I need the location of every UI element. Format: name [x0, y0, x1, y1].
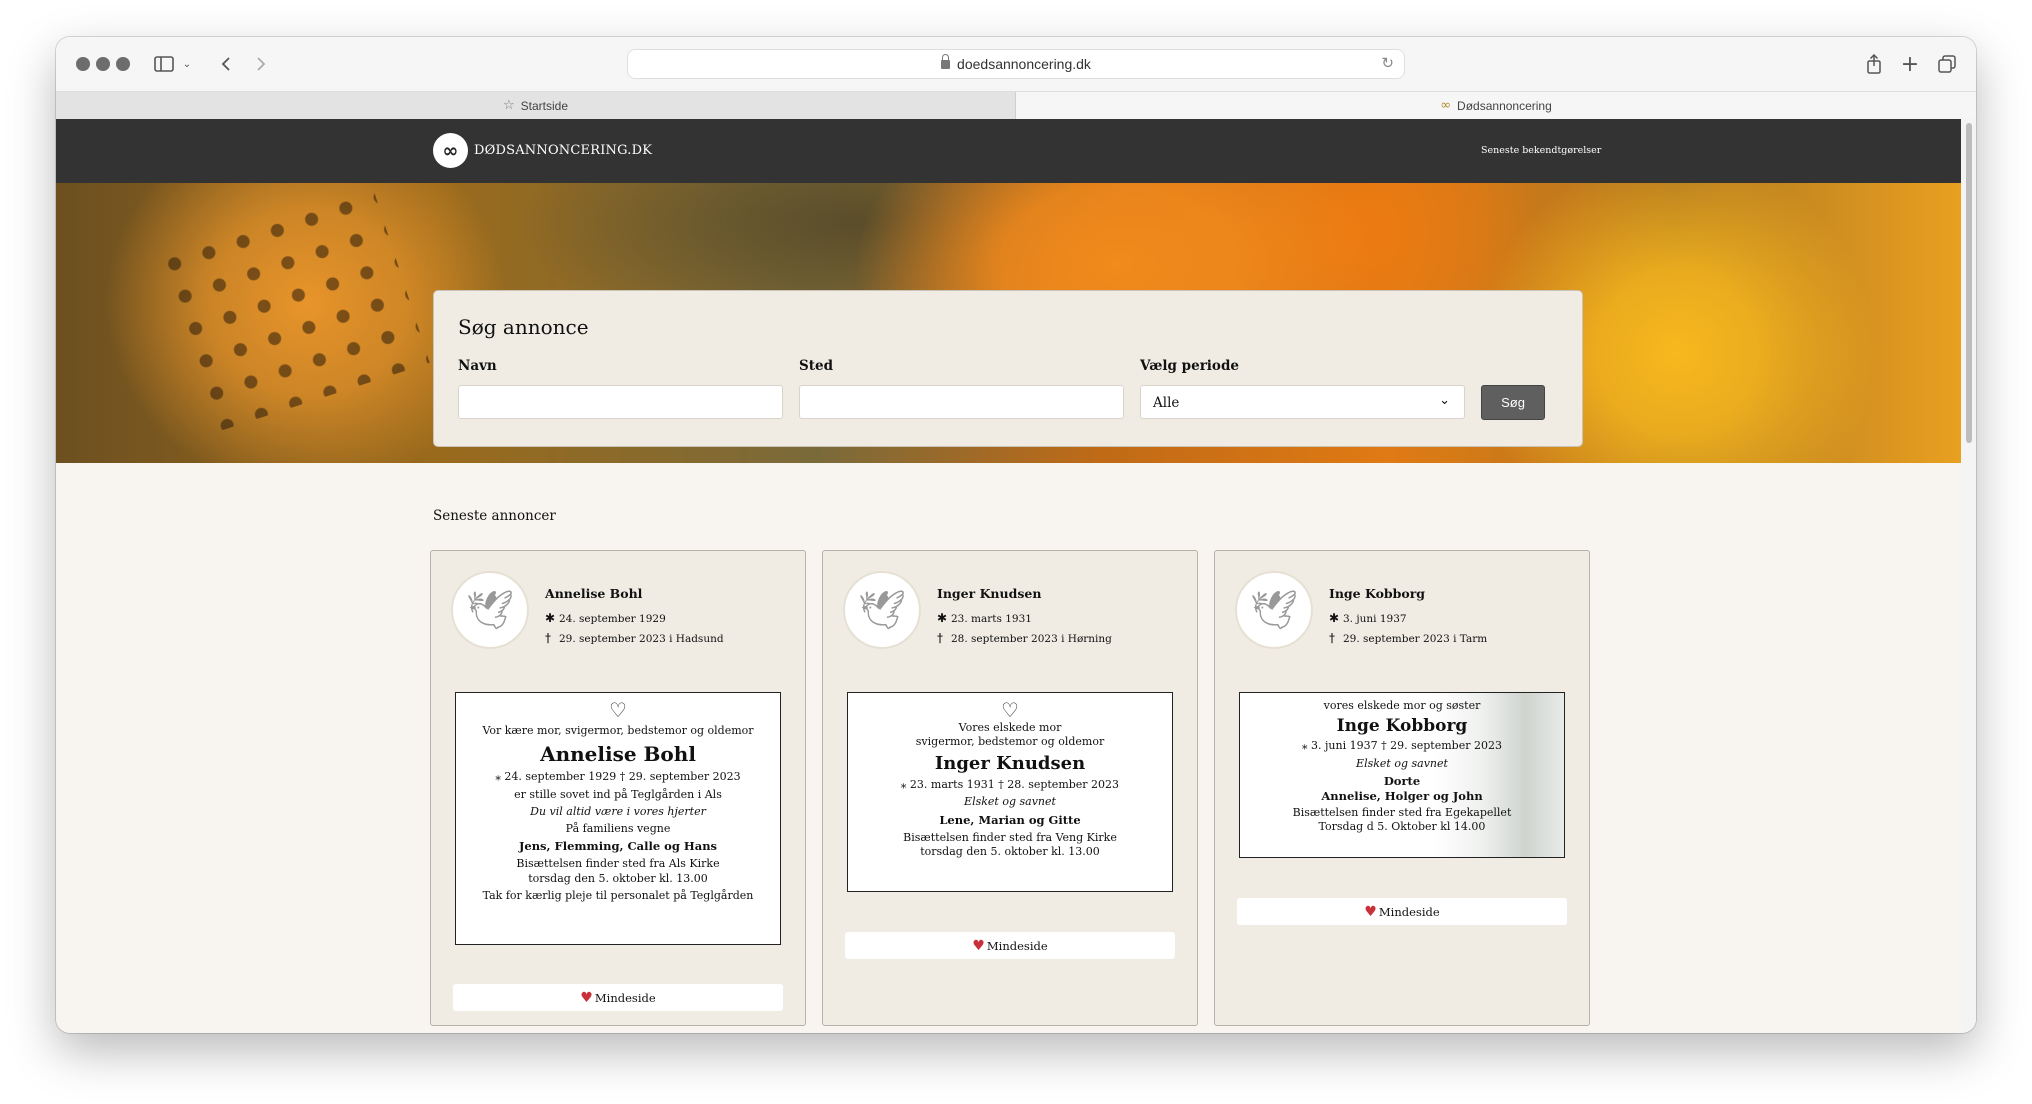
- minimize-window-button[interactable]: [96, 57, 110, 71]
- dove-icon: 🕊: [1235, 571, 1313, 649]
- heart-icon: ♥: [580, 989, 593, 1006]
- address-bar[interactable]: doedsannoncering.dk ↻: [627, 49, 1405, 79]
- heart-outline-icon: ♡: [609, 698, 627, 722]
- site-header: ∞ DØDSANNONCERING.DK Seneste bekendtgøre…: [56, 119, 1961, 183]
- dove-icon: 🕊: [451, 571, 529, 649]
- hero-banner: Søg annonce Navn Sted Vælg periode Alle …: [56, 183, 1961, 463]
- site-logo[interactable]: ∞ DØDSANNONCERING.DK: [433, 133, 652, 168]
- search-title: Søg annonce: [458, 315, 589, 339]
- deceased-name: Inger Knudsen: [937, 586, 1042, 601]
- period-select[interactable]: Alle ⌄: [1140, 385, 1465, 419]
- life-dates: ✱ 24. september 1929 † 29. september 2023 …: [545, 609, 724, 649]
- place-input[interactable]: [799, 385, 1124, 419]
- sidebar-toggle-icon[interactable]: [152, 50, 176, 78]
- browser-window: ⌄ doedsannoncering.dk ↻ + ☆ Startside ∞ …: [56, 37, 1976, 1033]
- zoom-window-button[interactable]: [116, 57, 130, 71]
- tab-bar: ☆ Startside ∞ Dødsannoncering: [56, 91, 1976, 119]
- asterisk-birth-icon: ✱: [545, 611, 556, 625]
- memorial-page-button[interactable]: ♥ Mindeside: [453, 984, 783, 1011]
- lock-icon: [941, 54, 951, 69]
- asterisk-birth-icon: ✱: [1329, 611, 1340, 625]
- death-notice-image[interactable]: ♡ Vores elskede mor svigermor, bedstemor…: [847, 692, 1173, 892]
- heart-icon: ♥: [972, 937, 985, 954]
- memorial-page-button[interactable]: ♥ Mindeside: [845, 932, 1175, 959]
- life-dates: ✱ 3. juni 1937 † 29. september 2023 i Tarm: [1329, 609, 1487, 649]
- butterfly-wing-pattern: [152, 183, 430, 434]
- notice-card[interactable]: 🕊 Annelise Bohl ✱ 24. september 1929 † 29.…: [430, 550, 806, 1026]
- notice-card[interactable]: 🕊 Inge Kobborg ✱ 3. juni 1937 † 29. septem…: [1214, 550, 1590, 1026]
- reload-icon[interactable]: ↻: [1381, 54, 1394, 72]
- name-label: Navn: [458, 358, 497, 374]
- nav-link-latest-notices[interactable]: Seneste bekendtgørelser: [1481, 145, 1601, 156]
- page-viewport: ∞ DØDSANNONCERING.DK Seneste bekendtgøre…: [56, 119, 1961, 1033]
- share-icon[interactable]: [1864, 50, 1884, 78]
- period-label: Vælg periode: [1140, 358, 1239, 374]
- memorial-page-button[interactable]: ♥ Mindeside: [1237, 898, 1567, 925]
- tab-doedsannoncering[interactable]: ∞ Dødsannoncering: [1016, 92, 1976, 119]
- cross-death-icon: †: [1329, 631, 1335, 645]
- back-arrow-icon[interactable]: [216, 50, 236, 78]
- dove-icon: 🕊: [843, 571, 921, 649]
- url-text: doedsannoncering.dk: [957, 56, 1091, 72]
- deceased-name: Annelise Bohl: [545, 586, 643, 601]
- close-window-button[interactable]: [76, 57, 90, 71]
- heart-icon: ♥: [1364, 903, 1377, 920]
- heart-outline-icon: ♡: [1001, 698, 1019, 722]
- name-input[interactable]: [458, 385, 783, 419]
- death-notice-image[interactable]: ♡ Vor kære mor, svigermor, bedstemor og …: [455, 692, 781, 945]
- forward-arrow-icon[interactable]: [251, 50, 271, 78]
- death-notice-image[interactable]: vores elskede mor og søster Inge Kobborg…: [1239, 692, 1565, 858]
- search-panel: Søg annonce Navn Sted Vælg periode Alle …: [433, 290, 1583, 447]
- scrollbar-thumb[interactable]: [1966, 123, 1972, 443]
- infinity-icon: ∞: [1440, 98, 1452, 113]
- browser-toolbar: ⌄ doedsannoncering.dk ↻ +: [56, 37, 1976, 91]
- latest-notices-heading: Seneste annoncer: [433, 508, 556, 524]
- asterisk-birth-icon: ✱: [937, 611, 948, 625]
- notice-card[interactable]: 🕊 Inger Knudsen ✱ 23. marts 1931 † 28. sep…: [822, 550, 1198, 1026]
- life-dates: ✱ 23. marts 1931 † 28. september 2023 i Hø…: [937, 609, 1112, 649]
- chevron-down-icon[interactable]: ⌄: [180, 50, 194, 78]
- tab-startside[interactable]: ☆ Startside: [56, 92, 1016, 119]
- search-button[interactable]: Søg: [1481, 385, 1545, 420]
- page-scrollbar[interactable]: [1961, 119, 1976, 1033]
- period-selected-value: Alle: [1153, 395, 1180, 411]
- chevron-down-icon: ⌄: [1439, 393, 1450, 408]
- star-icon: ☆: [502, 98, 515, 113]
- cross-death-icon: †: [545, 631, 551, 645]
- deceased-name: Inge Kobborg: [1329, 586, 1426, 601]
- infinity-logo-icon: ∞: [433, 133, 468, 168]
- tab-overview-icon[interactable]: [1936, 50, 1958, 78]
- cross-death-icon: †: [937, 631, 943, 645]
- new-tab-icon[interactable]: +: [1900, 50, 1920, 78]
- place-label: Sted: [799, 358, 834, 374]
